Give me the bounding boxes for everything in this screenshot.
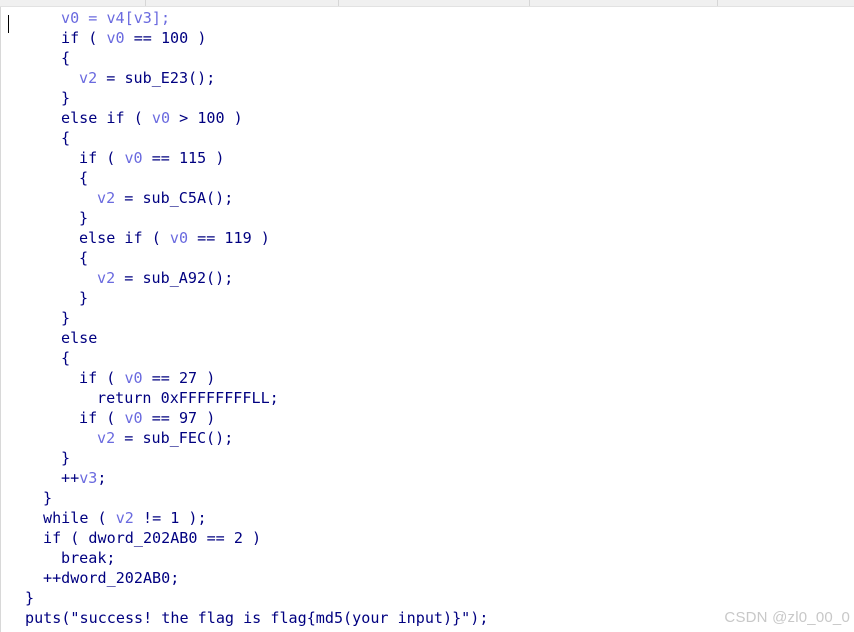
code-variable-token: v0	[61, 9, 80, 27]
code-variable-token: v4[v3];	[106, 9, 171, 27]
code-line[interactable]: while ( v2 != 1 );	[43, 508, 207, 528]
editor-top-strip	[0, 0, 854, 7]
code-variable-token: v0	[124, 369, 143, 387]
text-caret	[8, 15, 9, 33]
code-line[interactable]: puts("success! the flag is flag{md5(your…	[25, 608, 488, 628]
code-line[interactable]: v2 = sub_C5A();	[97, 188, 233, 208]
top-strip-divider	[338, 0, 339, 6]
code-line[interactable]: {	[79, 248, 88, 268]
code-token: }	[79, 289, 89, 307]
code-token: }	[61, 449, 71, 467]
code-line[interactable]: }	[79, 208, 88, 228]
code-line[interactable]: }	[61, 308, 70, 328]
code-token: == 27 )	[142, 369, 216, 387]
code-token: while (	[43, 509, 116, 527]
code-token: {	[61, 129, 71, 147]
code-line[interactable]: }	[61, 88, 70, 108]
code-token: puts("success! the flag is flag{md5(your…	[25, 609, 489, 627]
code-line[interactable]: v2 = sub_E23();	[79, 68, 215, 88]
pseudocode-view[interactable]: v0 = v4[v3]; if ( v0 == 100 ){v2 = sub_E2…	[0, 7, 854, 632]
code-line[interactable]: {	[79, 168, 88, 188]
code-line[interactable]: if ( v0 == 97 )	[79, 408, 215, 428]
code-line[interactable]: if ( v0 == 27 )	[79, 368, 215, 388]
code-line[interactable]: if ( v0 == 100 )	[61, 28, 206, 48]
code-line[interactable]: }	[79, 288, 88, 308]
code-variable-token: v2	[97, 269, 116, 287]
code-token: }	[61, 309, 71, 327]
code-line[interactable]: break;	[61, 548, 116, 568]
code-line[interactable]: }	[25, 588, 34, 608]
top-strip-divider	[145, 0, 146, 6]
code-variable-token: v0	[106, 29, 125, 47]
code-variable-token: v0	[124, 149, 143, 167]
code-token: = sub_A92();	[115, 269, 234, 287]
code-token: {	[61, 349, 71, 367]
code-variable-token: v0	[151, 109, 171, 127]
code-line[interactable]: else if ( v0 == 119 )	[79, 228, 270, 248]
code-line[interactable]: {	[61, 348, 70, 368]
code-variable-token: v3	[79, 469, 98, 487]
code-token: if (	[79, 409, 125, 427]
code-variable-token: =	[79, 9, 107, 27]
code-token: == 115 )	[142, 149, 225, 167]
code-token: == 100 )	[124, 29, 207, 47]
code-token: if ( dword_202AB0 == 2 )	[43, 529, 262, 547]
code-line[interactable]: {	[61, 128, 70, 148]
code-token: {	[79, 169, 89, 187]
code-line[interactable]: v2 = sub_FEC();	[97, 428, 233, 448]
code-token: if (	[79, 369, 125, 387]
code-line[interactable]: }	[61, 448, 70, 468]
code-token: == 97 )	[142, 409, 216, 427]
code-variable-token: v2	[115, 509, 134, 527]
code-token: {	[79, 249, 89, 267]
code-token: else	[61, 329, 98, 347]
code-token: }	[79, 209, 89, 227]
code-line[interactable]: ++dword_202AB0;	[43, 568, 179, 588]
code-line[interactable]: if ( dword_202AB0 == 2 )	[43, 528, 261, 548]
code-line[interactable]: else	[61, 328, 97, 348]
code-variable-token: v2	[97, 429, 116, 447]
top-strip-divider	[529, 0, 530, 6]
code-token: == 119 )	[188, 229, 270, 247]
code-token: }	[61, 89, 71, 107]
code-line[interactable]: if ( v0 == 115 )	[79, 148, 224, 168]
code-token: break;	[61, 549, 116, 567]
code-token: if (	[61, 29, 107, 47]
code-line[interactable]: return 0xFFFFFFFFLL;	[97, 388, 279, 408]
code-token: else if (	[61, 109, 152, 127]
code-token: = sub_E23();	[97, 69, 216, 87]
watermark: CSDN @zl0_00_0	[724, 609, 850, 626]
code-line[interactable]: v2 = sub_A92();	[97, 268, 233, 288]
code-variable-token: v2	[97, 189, 116, 207]
code-line[interactable]: ++v3;	[61, 468, 106, 488]
code-token: }	[43, 489, 53, 507]
code-token: > 100 )	[170, 109, 243, 127]
code-token: = sub_FEC();	[115, 429, 234, 447]
code-token: }	[25, 589, 35, 607]
code-token: = sub_C5A();	[115, 189, 234, 207]
code-token: else if (	[79, 229, 170, 247]
top-strip-divider	[717, 0, 718, 6]
code-token: != 1 );	[133, 509, 207, 527]
code-token: ++dword_202AB0;	[43, 569, 180, 587]
code-token: if (	[79, 149, 125, 167]
code-line[interactable]: else if ( v0 > 100 )	[61, 108, 243, 128]
code-token: {	[61, 49, 71, 67]
code-variable-token: v0	[169, 229, 189, 247]
code-variable-token: v0	[124, 409, 143, 427]
code-variable-token: v2	[79, 69, 98, 87]
code-token: return 0xFFFFFFFFLL;	[97, 389, 279, 407]
code-token: ++	[61, 469, 80, 487]
code-line[interactable]: }	[43, 488, 52, 508]
code-line[interactable]: {	[61, 48, 70, 68]
code-token: ;	[97, 469, 107, 487]
code-line[interactable]: v0 = v4[v3];	[61, 8, 170, 28]
